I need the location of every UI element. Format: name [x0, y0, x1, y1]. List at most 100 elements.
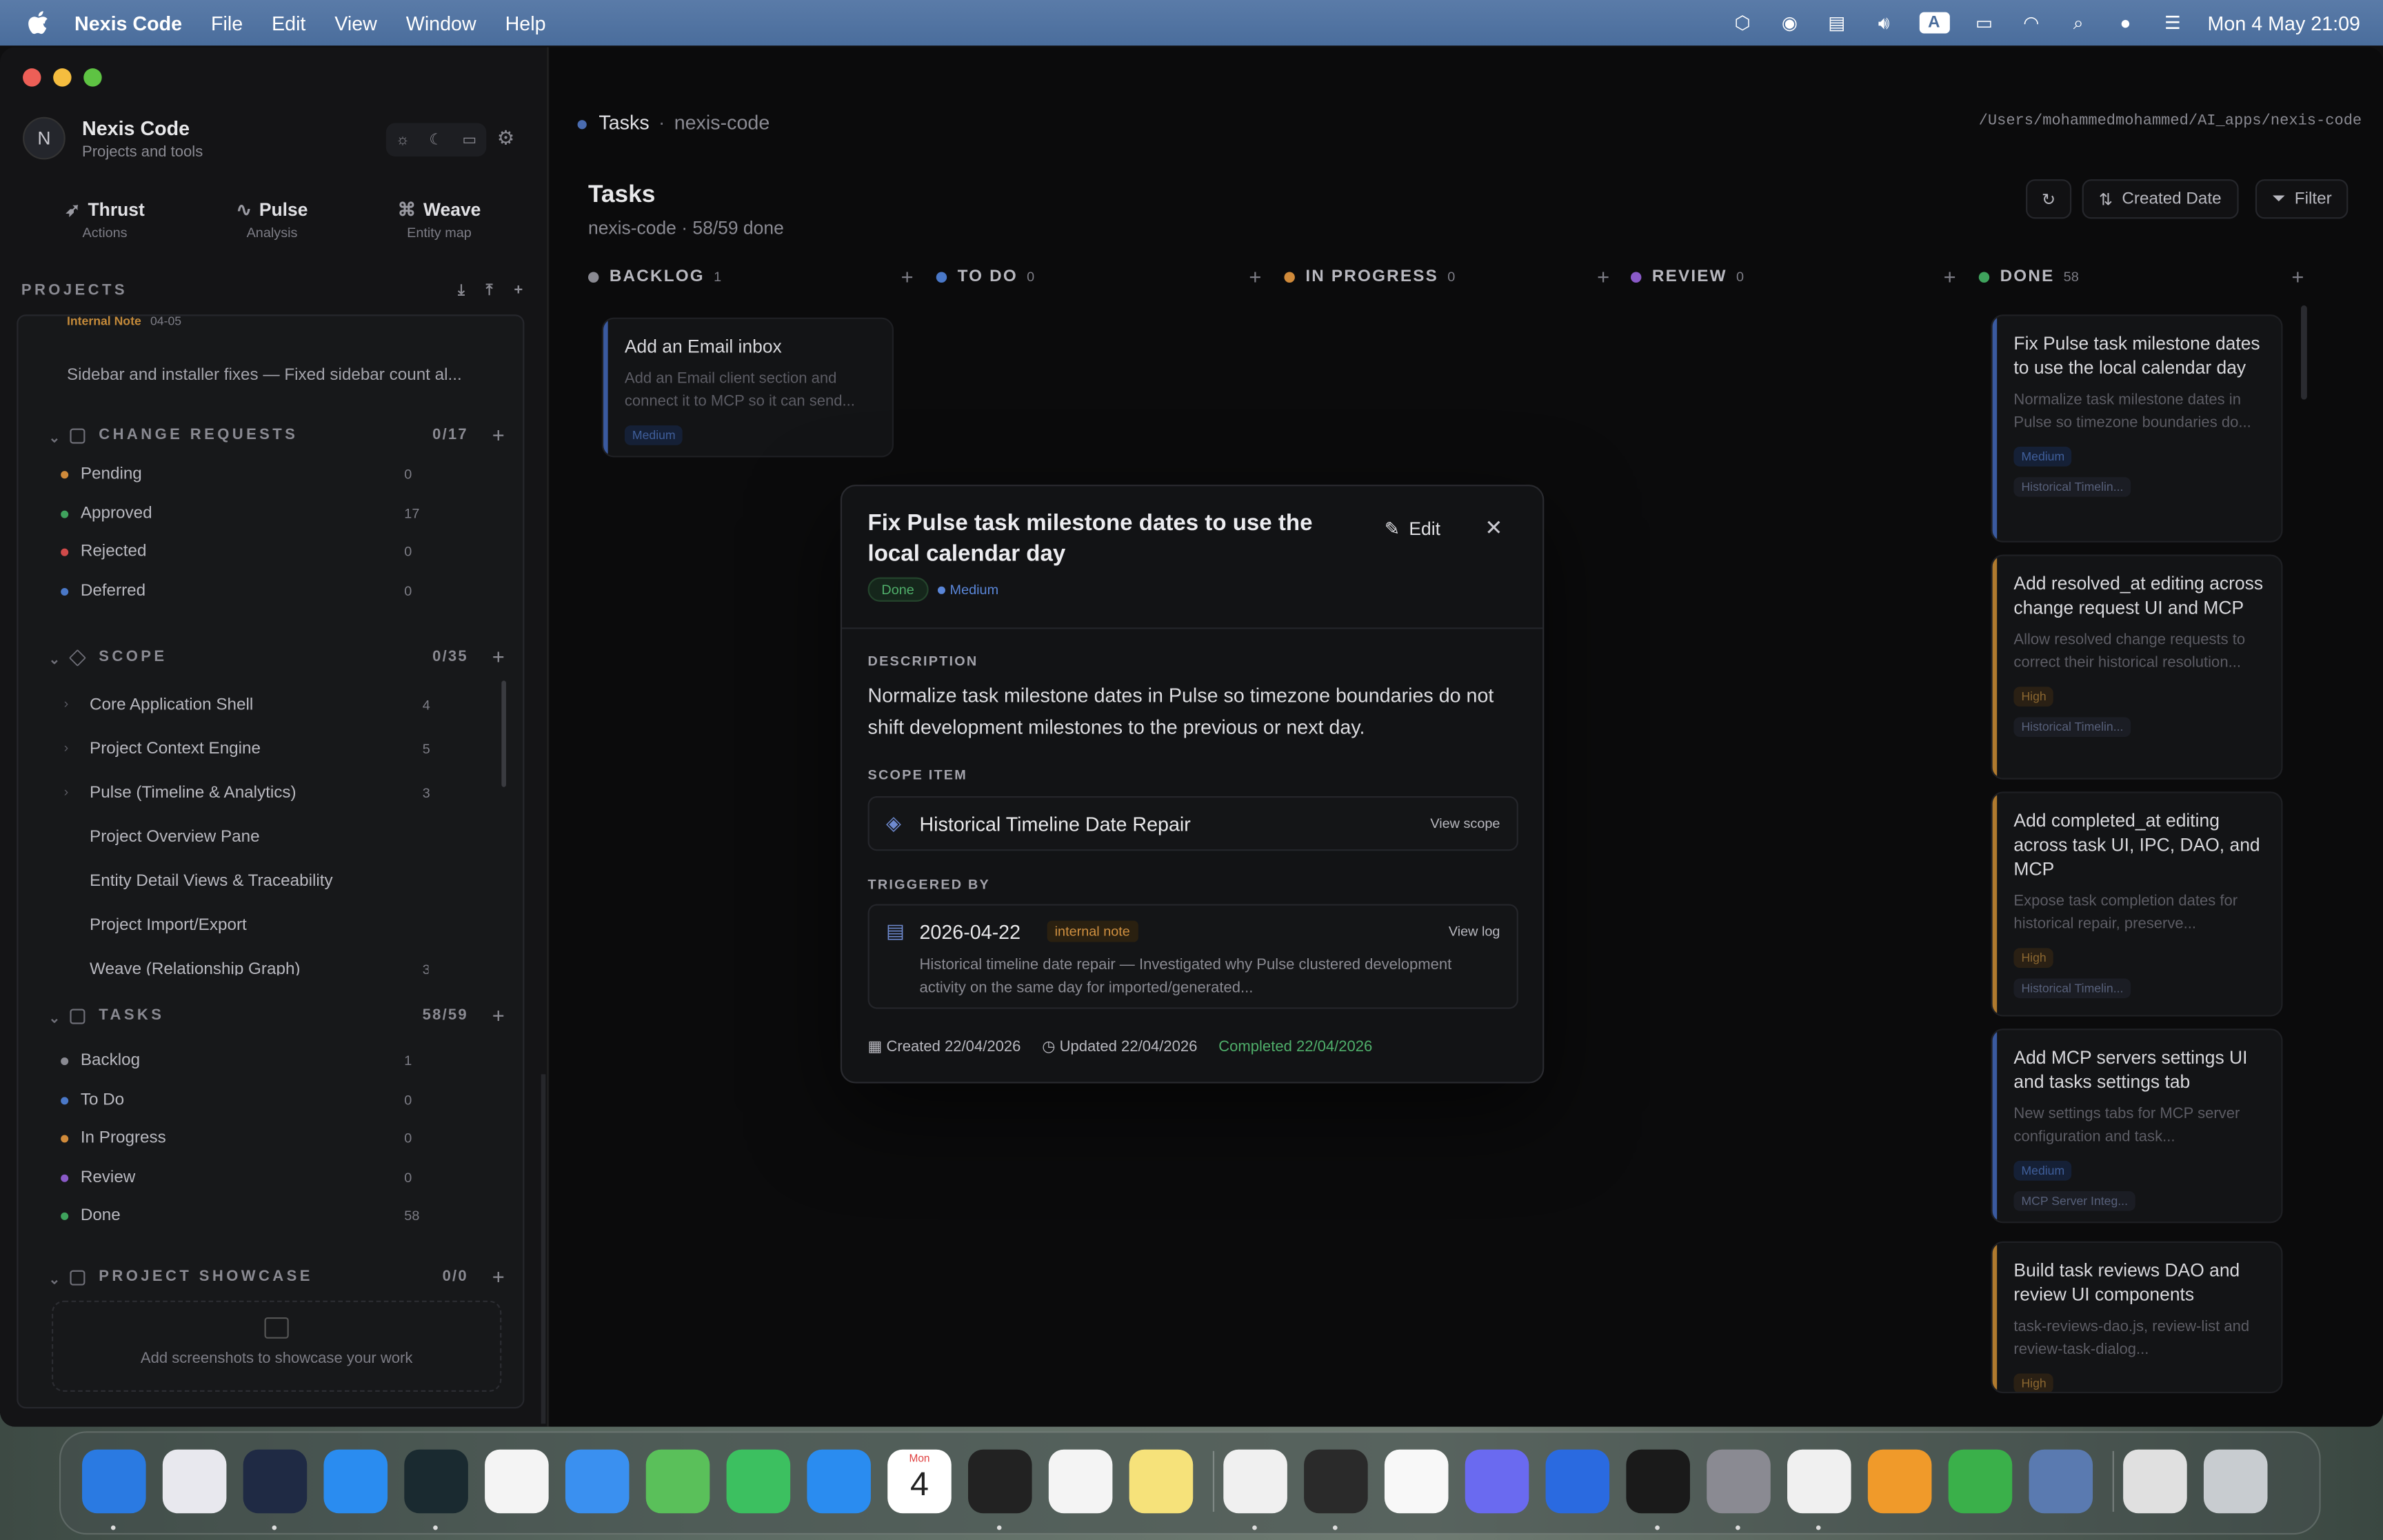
chevron-down-icon[interactable]: ⌄ — [49, 1272, 61, 1288]
dock-calendar-icon[interactable]: Mon 4 — [887, 1449, 952, 1514]
apple-icon[interactable] — [28, 10, 49, 34]
mode-pulse[interactable]: ∿ Pulse Analysis — [188, 199, 355, 241]
battery-icon[interactable]: ▭ — [1972, 12, 1996, 34]
menu-file[interactable]: File — [211, 12, 243, 34]
dock-telegram-like-icon[interactable] — [243, 1449, 308, 1514]
dock-facetime-icon[interactable] — [726, 1449, 791, 1514]
siri-icon[interactable]: ● — [2113, 12, 2138, 34]
add-project-icon[interactable]: + — [514, 283, 523, 299]
menu-window[interactable]: Window — [406, 12, 476, 34]
add-card-icon[interactable]: + — [1944, 265, 1956, 289]
add-screenshot-icon[interactable]: + — [492, 1264, 505, 1288]
menu-edit[interactable]: Edit — [272, 12, 305, 34]
task-card[interactable]: Build task reviews DAO and review UI com… — [1991, 1241, 2283, 1394]
chevron-down-icon[interactable]: ⌄ — [49, 430, 61, 447]
export-icon[interactable]: ⤒ — [486, 283, 493, 299]
breadcrumb-section[interactable]: Tasks — [599, 111, 649, 134]
done-column-scrollbar[interactable] — [2301, 305, 2307, 400]
add-scope-icon[interactable]: + — [492, 645, 505, 669]
clipboard-icon[interactable]: ▤ — [1824, 12, 1849, 34]
chevron-right-icon[interactable]: › — [64, 696, 69, 711]
spotlight-search-icon[interactable]: ⌕ — [2067, 12, 2091, 34]
chevron-right-icon[interactable]: › — [64, 740, 69, 755]
section-scope[interactable]: ⌄ SCOPE 0/35 + — [49, 645, 505, 678]
chevron-down-icon[interactable]: ⌄ — [49, 1011, 61, 1027]
menu-app-name[interactable]: Nexis Code — [74, 12, 182, 34]
dock-sheets-icon[interactable] — [1384, 1449, 1449, 1514]
task-card[interactable]: Add an Email inbox Add an Email client se… — [601, 317, 894, 458]
trigger-card[interactable]: ▤ 2026-04-22 internal note View log Hist… — [867, 904, 1518, 1009]
task-card[interactable]: Fix Pulse task milestone dates to use th… — [1991, 314, 2283, 543]
add-card-icon[interactable]: + — [2291, 265, 2304, 289]
dock-photos-icon[interactable] — [485, 1449, 549, 1514]
dock-arc-like-icon[interactable] — [404, 1449, 468, 1514]
add-card-icon[interactable]: + — [1597, 265, 1609, 289]
note-link[interactable]: Sidebar and installer fixes — Fixed side… — [67, 366, 462, 384]
chevron-right-icon[interactable]: › — [64, 784, 69, 799]
section-tasks[interactable]: ⌄ TASKS 58/59 + — [49, 1003, 505, 1036]
menu-view[interactable]: View — [334, 12, 377, 34]
section-project-showcase[interactable]: ⌄ PROJECT SHOWCASE 0/0 + — [49, 1264, 505, 1297]
status-app-icon[interactable]: ◉ — [1778, 12, 1802, 34]
dock-proton-like-icon[interactable] — [1465, 1449, 1529, 1514]
minimize-window-button[interactable] — [53, 68, 72, 87]
wifi-icon[interactable]: ◠ — [2019, 12, 2043, 34]
volume-icon[interactable]: 🔊︎ — [1871, 12, 1896, 34]
add-card-icon[interactable]: + — [901, 265, 914, 289]
zoom-window-button[interactable] — [83, 68, 102, 87]
add-task-icon[interactable]: + — [492, 1003, 505, 1027]
mode-thrust[interactable]: ➶ Thrust Actions — [21, 199, 188, 241]
dock-finder-icon[interactable] — [82, 1449, 146, 1514]
task-card[interactable]: Add resolved_at editing across change re… — [1991, 554, 2283, 780]
dock-terminal-icon[interactable] — [1626, 1449, 1690, 1514]
dock-cursor-icon[interactable] — [968, 1449, 1032, 1514]
sun-icon[interactable]: ☼ — [396, 132, 410, 148]
moon-icon[interactable]: ☾ — [429, 132, 443, 148]
filter-button[interactable]: ⏷ Filter — [2255, 179, 2349, 219]
dock-reminders-icon[interactable] — [1048, 1449, 1113, 1514]
dock-disk-utility-icon[interactable] — [2029, 1449, 2093, 1514]
dock-maps-icon[interactable] — [645, 1449, 710, 1514]
close-icon[interactable]: ✕ — [1485, 515, 1502, 540]
view-log-link[interactable]: View log — [1449, 924, 1500, 939]
add-card-icon[interactable]: + — [1249, 265, 1261, 289]
dock-safari-icon[interactable] — [323, 1449, 388, 1514]
scope-item-card[interactable]: ◈ Historical Timeline Date Repair View s… — [867, 796, 1518, 851]
scope-item[interactable]: ›Weave (Relationship Graph)3 — [73, 960, 429, 975]
task-card[interactable]: Add MCP servers settings UI and tasks se… — [1991, 1029, 2283, 1224]
view-scope-link[interactable]: View scope — [1430, 816, 1500, 831]
dock-notes-icon[interactable] — [1129, 1449, 1194, 1514]
status-cube-icon[interactable]: ⬡ — [1730, 12, 1754, 34]
gear-icon[interactable]: ⚙ — [497, 126, 515, 150]
showcase-dropzone[interactable]: Add screenshots to showcase your work — [51, 1300, 502, 1392]
refresh-button[interactable]: ↻ — [2026, 179, 2072, 219]
dock-chrome-icon[interactable] — [1223, 1449, 1287, 1514]
dock-trash-icon[interactable] — [2203, 1449, 2268, 1514]
dock-simulator-icon[interactable] — [1787, 1449, 1851, 1514]
control-center-icon[interactable]: ☰ — [2160, 12, 2184, 34]
menu-help[interactable]: Help — [505, 12, 546, 34]
dock-mail-icon[interactable] — [565, 1449, 630, 1514]
dock-launchpad-icon[interactable] — [162, 1449, 227, 1514]
dock-system-settings-icon[interactable] — [1707, 1449, 1771, 1514]
mode-weave[interactable]: ⌘ Weave Entity map — [356, 199, 523, 241]
input-source-icon[interactable]: A — [1918, 12, 1949, 34]
dock-files-icon[interactable] — [2123, 1449, 2187, 1514]
import-icon[interactable]: ⤓ — [458, 283, 465, 299]
breadcrumb-project[interactable]: nexis-code — [674, 111, 770, 134]
task-card[interactable]: Add completed_at editing across task UI,… — [1991, 791, 2283, 1017]
edit-button[interactable]: ✎ Edit — [1385, 518, 1440, 540]
sort-button[interactable]: ⇅ Created Date — [2082, 179, 2238, 219]
dock-xcode-icon[interactable] — [1545, 1449, 1610, 1514]
avatar[interactable]: N — [23, 116, 66, 160]
section-change-requests[interactable]: ⌄ CHANGE REQUESTS 0/17 + — [49, 423, 505, 456]
add-change-request-icon[interactable]: + — [492, 423, 505, 447]
close-window-button[interactable] — [23, 68, 41, 87]
menubar-clock[interactable]: Mon 4 May 21:09 — [2208, 12, 2360, 34]
dock-numbers-icon[interactable] — [1948, 1449, 2013, 1514]
dock-chatgpt-icon[interactable] — [1304, 1449, 1368, 1514]
chevron-down-icon[interactable]: ⌄ — [49, 652, 61, 669]
dock-pages-icon[interactable] — [1867, 1449, 1932, 1514]
sidebar-scrollbar[interactable] — [541, 1074, 546, 1424]
monitor-icon[interactable]: ▭ — [462, 132, 476, 148]
